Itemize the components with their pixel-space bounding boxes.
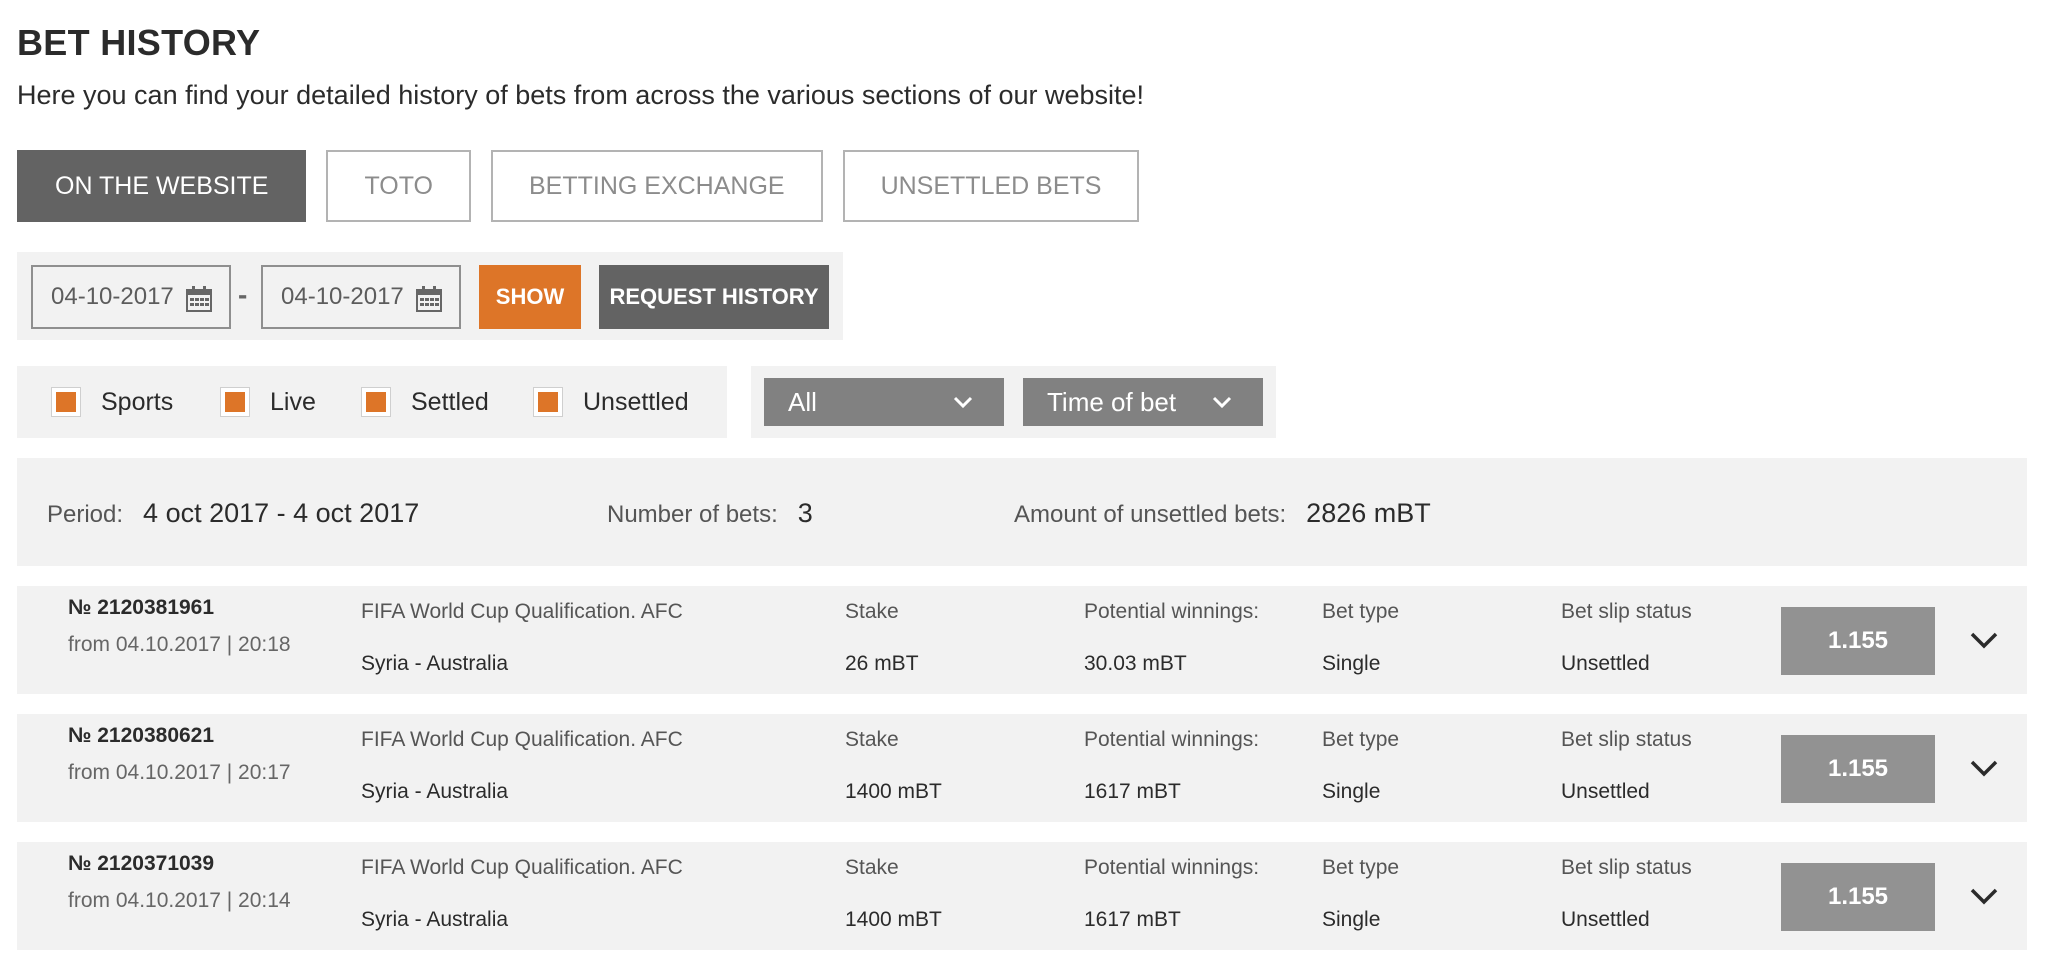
checkbox-settled[interactable] bbox=[361, 387, 391, 417]
bet-selects: All Time of bet bbox=[751, 366, 1276, 438]
page-subtitle: Here you can find your detailed history … bbox=[17, 80, 1145, 110]
status-label: Bet slip status bbox=[1561, 856, 1692, 879]
unsettled-value: 2826 mBT bbox=[1306, 498, 1431, 528]
bet-history-page: BET HISTORY Here you can find your detai… bbox=[0, 0, 2047, 974]
bet-match: Syria - Australia bbox=[361, 908, 509, 931]
date-to-field[interactable]: 04-10-2017 bbox=[261, 265, 461, 329]
status-label: Bet slip status bbox=[1561, 600, 1692, 623]
page-title: BET HISTORY bbox=[17, 22, 261, 63]
bet-date: from 04.10.2017 | 20:14 bbox=[68, 889, 291, 912]
potential-value: 1617 mBT bbox=[1084, 908, 1181, 931]
category-select[interactable]: All bbox=[764, 378, 1004, 426]
bet-filters: Sports Live Settled Unsettled bbox=[17, 366, 727, 438]
tab-on-the-website[interactable]: ON THE WEBSITE bbox=[17, 150, 307, 222]
bet-number: № 2120380621 bbox=[68, 724, 215, 747]
unsettled-label: Amount of unsettled bets: bbox=[1014, 501, 1287, 528]
date-separator: - bbox=[238, 279, 248, 310]
bet-type-value: Single bbox=[1322, 908, 1381, 931]
show-button[interactable]: SHOW bbox=[479, 265, 581, 329]
date-to-value: 04-10-2017 bbox=[281, 283, 404, 310]
stake-label: Stake bbox=[845, 856, 899, 879]
date-from-field[interactable]: 04-10-2017 bbox=[31, 265, 231, 329]
chevron-down-icon bbox=[1212, 396, 1232, 409]
stake-label: Stake bbox=[845, 600, 899, 623]
bets-summary: Period: 4 oct 2017 - 4 oct 2017 Number o… bbox=[17, 458, 2027, 566]
filter-live[interactable]: Live bbox=[220, 386, 316, 418]
tab-toto[interactable]: TOTO bbox=[326, 150, 471, 222]
checkbox-sports[interactable] bbox=[51, 387, 81, 417]
bet-row: № 2120371039 from 04.10.2017 | 20:14 FIF… bbox=[17, 842, 2027, 950]
bet-date: from 04.10.2017 | 20:17 bbox=[68, 761, 291, 784]
chevron-down-icon[interactable] bbox=[1969, 757, 1999, 779]
status-label: Bet slip status bbox=[1561, 728, 1692, 751]
chevron-down-icon[interactable] bbox=[1969, 885, 1999, 907]
filter-settled-label: Settled bbox=[411, 387, 489, 416]
filter-unsettled-label: Unsettled bbox=[583, 387, 689, 416]
date-range-bar: 04-10-2017 - 04-10-2017 SHOW REQUEST HIS… bbox=[17, 252, 843, 340]
potential-value: 30.03 mBT bbox=[1084, 652, 1187, 675]
filter-sports[interactable]: Sports bbox=[51, 386, 173, 418]
odds-button[interactable]: 1.155 bbox=[1781, 607, 1935, 675]
filter-sports-label: Sports bbox=[101, 387, 174, 416]
calendar-icon[interactable] bbox=[415, 285, 443, 313]
potential-value: 1617 mBT bbox=[1084, 780, 1181, 803]
bet-date: from 04.10.2017 | 20:18 bbox=[68, 633, 291, 656]
chevron-down-icon bbox=[953, 396, 973, 409]
potential-label: Potential winnings: bbox=[1084, 728, 1260, 751]
odds-button[interactable]: 1.155 bbox=[1781, 863, 1935, 931]
status-value: Unsettled bbox=[1561, 908, 1650, 931]
status-value: Unsettled bbox=[1561, 652, 1650, 675]
tab-unsettled-bets[interactable]: UNSETTLED BETS bbox=[842, 150, 1140, 222]
bet-tournament: FIFA World Cup Qualification. AFC bbox=[361, 600, 683, 623]
bet-row: № 2120381961 from 04.10.2017 | 20:18 FIF… bbox=[17, 586, 2027, 694]
potential-label: Potential winnings: bbox=[1084, 856, 1260, 879]
summary-count: Number of bets: 3 bbox=[607, 498, 813, 529]
checkbox-live[interactable] bbox=[220, 387, 250, 417]
tab-betting-exchange[interactable]: BETTING EXCHANGE bbox=[490, 150, 823, 222]
bet-type-label: Bet type bbox=[1322, 728, 1400, 751]
stake-value: 26 mBT bbox=[845, 652, 919, 675]
stake-value: 1400 mBT bbox=[845, 908, 942, 931]
filter-unsettled[interactable]: Unsettled bbox=[533, 386, 689, 418]
potential-label: Potential winnings: bbox=[1084, 600, 1260, 623]
bet-tournament: FIFA World Cup Qualification. AFC bbox=[361, 728, 683, 751]
summary-period: Period: 4 oct 2017 - 4 oct 2017 bbox=[47, 498, 419, 529]
bet-type-value: Single bbox=[1322, 652, 1381, 675]
bet-match: Syria - Australia bbox=[361, 652, 509, 675]
count-value: 3 bbox=[797, 498, 813, 528]
odds-button[interactable]: 1.155 bbox=[1781, 735, 1935, 803]
chevron-down-icon[interactable] bbox=[1969, 629, 1999, 651]
status-value: Unsettled bbox=[1561, 780, 1650, 803]
calendar-icon[interactable] bbox=[185, 285, 213, 313]
summary-unsettled: Amount of unsettled bets: 2826 mBT bbox=[1014, 498, 1431, 529]
bet-match: Syria - Australia bbox=[361, 780, 509, 803]
bet-number: № 2120371039 bbox=[68, 852, 215, 875]
bet-row: № 2120380621 from 04.10.2017 | 20:17 FIF… bbox=[17, 714, 2027, 822]
period-value: 4 oct 2017 - 4 oct 2017 bbox=[143, 498, 420, 528]
history-tabs: ON THE WEBSITE TOTO BETTING EXCHANGE UNS… bbox=[17, 150, 1159, 222]
filter-settled[interactable]: Settled bbox=[361, 386, 489, 418]
category-select-value: All bbox=[788, 386, 817, 417]
bet-type-label: Bet type bbox=[1322, 856, 1400, 879]
count-label: Number of bets: bbox=[607, 501, 778, 528]
date-from-value: 04-10-2017 bbox=[51, 283, 174, 310]
checkbox-unsettled[interactable] bbox=[533, 387, 563, 417]
sort-select[interactable]: Time of bet bbox=[1023, 378, 1263, 426]
stake-value: 1400 mBT bbox=[845, 780, 942, 803]
bet-number: № 2120381961 bbox=[68, 596, 215, 619]
bet-type-label: Bet type bbox=[1322, 600, 1400, 623]
period-label: Period: bbox=[47, 501, 124, 528]
stake-label: Stake bbox=[845, 728, 899, 751]
request-history-button[interactable]: REQUEST HISTORY bbox=[599, 265, 829, 329]
bet-tournament: FIFA World Cup Qualification. AFC bbox=[361, 856, 683, 879]
bet-type-value: Single bbox=[1322, 780, 1381, 803]
filter-live-label: Live bbox=[270, 387, 316, 416]
sort-select-value: Time of bet bbox=[1047, 386, 1177, 417]
